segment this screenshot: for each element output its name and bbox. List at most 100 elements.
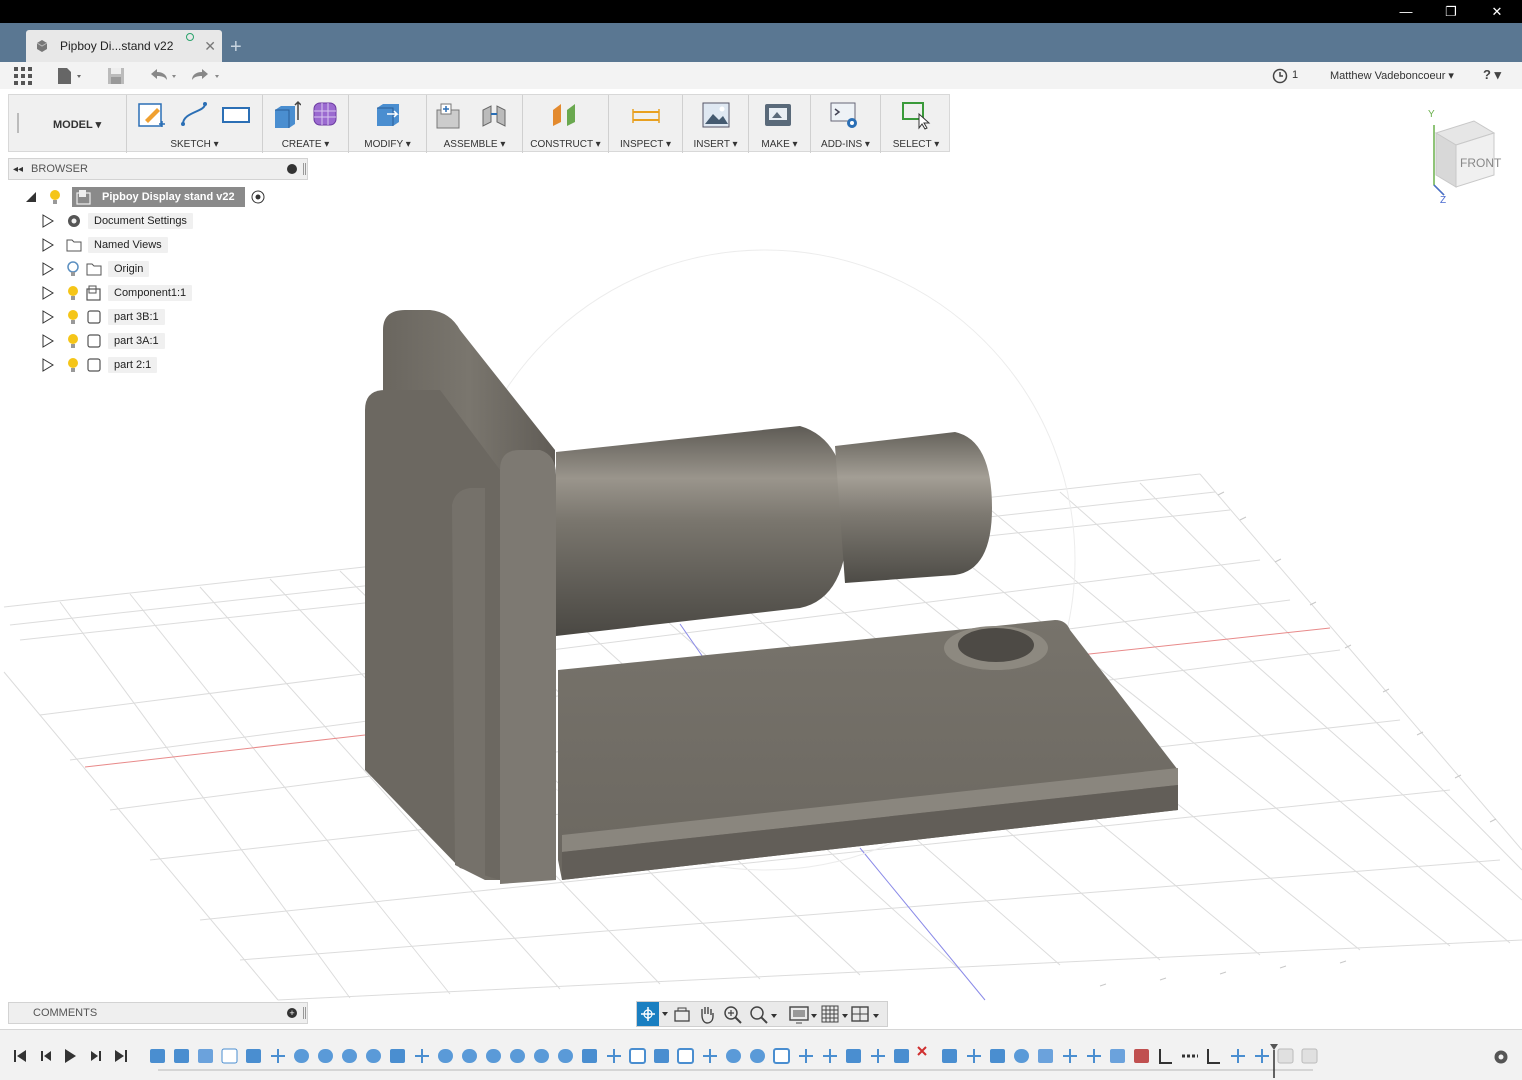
navigation-bar <box>636 1001 888 1027</box>
browser-item-label: part 3B:1 <box>108 309 165 325</box>
timeline-settings-gear-icon[interactable] <box>1492 1048 1510 1066</box>
browser-item-origin[interactable]: Origin <box>42 259 150 279</box>
browser-item-component1[interactable]: Component1:1 <box>42 283 193 303</box>
timeline-feature-track[interactable] <box>148 1044 1318 1078</box>
close-window-button[interactable]: ✕ <box>1474 0 1520 23</box>
create-group: CREATE ▾ <box>263 95 349 153</box>
body-icon <box>87 358 101 372</box>
measure-icon[interactable] <box>631 100 661 130</box>
expand-triangle-icon[interactable] <box>42 334 54 348</box>
browser-item-part-3a[interactable]: part 3A:1 <box>42 331 165 351</box>
scripts-addins-icon[interactable] <box>829 100 859 130</box>
browser-grip-icon[interactable] <box>303 163 306 175</box>
browser-item-part-2[interactable]: part 2:1 <box>42 355 158 375</box>
minimize-button[interactable]: — <box>1383 0 1429 23</box>
undo-icon[interactable] <box>147 68 181 84</box>
browser-item-label: Document Settings <box>88 213 193 229</box>
help-menu[interactable]: ? ▾ <box>1483 67 1501 83</box>
viewcube-front-label: FRONT <box>1460 156 1502 170</box>
insert-menu[interactable]: INSERT ▾ <box>683 139 748 150</box>
grid-settings-icon[interactable] <box>821 1005 851 1025</box>
activate-radio-icon[interactable] <box>251 190 265 204</box>
save-icon[interactable] <box>107 67 125 85</box>
close-tab-icon[interactable]: ✕ <box>204 38 216 55</box>
viewcube[interactable]: FRONT Y Z <box>1426 105 1516 206</box>
timeline-marker-icon[interactable] <box>1270 1044 1278 1050</box>
hidden-bulb-icon[interactable] <box>66 261 80 277</box>
job-status-clock-icon[interactable] <box>1272 68 1288 84</box>
visibility-bulb-icon[interactable] <box>66 309 80 325</box>
zoom-icon[interactable] <box>723 1005 743 1025</box>
file-menu-icon[interactable] <box>57 67 85 85</box>
new-tab-button[interactable]: + <box>230 37 242 57</box>
make-menu[interactable]: MAKE ▾ <box>749 139 810 150</box>
expand-triangle-icon[interactable] <box>42 358 54 372</box>
app-grid-icon[interactable] <box>14 67 32 85</box>
visibility-bulb-icon[interactable] <box>66 333 80 349</box>
comments-grip-icon[interactable] <box>303 1007 306 1019</box>
workspace-switcher[interactable]: MODEL ▾ <box>9 95 127 153</box>
redo-icon[interactable] <box>190 68 224 84</box>
viewports-icon[interactable] <box>851 1005 885 1025</box>
press-pull-icon[interactable] <box>373 100 403 130</box>
joint-icon[interactable] <box>479 100 509 130</box>
browser-item-part-3b[interactable]: part 3B:1 <box>42 307 165 327</box>
inspect-menu[interactable]: INSPECT ▾ <box>609 139 682 150</box>
create-menu[interactable]: CREATE ▾ <box>263 139 348 150</box>
form-icon[interactable] <box>311 100 341 130</box>
expand-triangle-icon[interactable] <box>42 238 54 252</box>
browser-panel-header[interactable]: ◂◂ BROWSER <box>8 158 308 180</box>
browser-item-named-views[interactable]: Named Views <box>42 235 168 255</box>
insert-image-icon[interactable] <box>701 100 731 130</box>
modify-menu[interactable]: MODIFY ▾ <box>349 139 426 150</box>
assemble-menu[interactable]: ASSEMBLE ▾ <box>427 139 522 150</box>
visibility-bulb-icon[interactable] <box>66 357 80 373</box>
comments-panel-header[interactable]: COMMENTS + <box>8 1002 308 1024</box>
3d-viewport[interactable] <box>0 89 1522 1029</box>
create-sketch-icon[interactable] <box>137 100 167 130</box>
construct-menu[interactable]: CONSTRUCT ▾ <box>523 139 608 150</box>
workspace-label: MODEL ▾ <box>53 119 102 131</box>
offset-plane-icon[interactable] <box>549 100 579 130</box>
expand-triangle-icon[interactable] <box>42 310 54 324</box>
add-ins-menu[interactable]: ADD-INS ▾ <box>811 139 880 150</box>
3d-print-icon[interactable] <box>763 100 793 130</box>
play-icon[interactable] <box>62 1048 78 1064</box>
go-to-end-icon[interactable] <box>113 1048 129 1064</box>
select-icon[interactable] <box>901 100 931 130</box>
extrude-icon[interactable] <box>271 100 301 130</box>
add-comment-icon[interactable]: + <box>287 1008 297 1018</box>
browser-minimize-icon[interactable] <box>287 164 297 174</box>
browser-item-document-settings[interactable]: Document Settings <box>42 211 193 231</box>
line-icon[interactable] <box>179 100 209 130</box>
insert-group: INSERT ▾ <box>683 95 749 153</box>
display-settings-icon[interactable] <box>789 1005 819 1025</box>
expand-triangle-icon[interactable] <box>42 214 54 228</box>
sketch-group: SKETCH ▾ <box>127 95 263 153</box>
z-axis-icon <box>1433 184 1445 196</box>
make-group: MAKE ▾ <box>749 95 811 153</box>
expand-triangle-icon[interactable] <box>42 286 54 300</box>
new-component-icon[interactable] <box>433 100 463 130</box>
expand-triangle-icon[interactable] <box>42 262 54 276</box>
fit-zoom-icon[interactable] <box>749 1005 779 1025</box>
sketch-menu[interactable]: SKETCH ▾ <box>127 139 262 150</box>
document-tab[interactable]: Pipboy Di...stand v22 ✕ <box>26 30 222 62</box>
visibility-bulb-icon[interactable] <box>66 285 80 301</box>
look-at-icon[interactable] <box>673 1006 691 1024</box>
step-forward-icon[interactable] <box>88 1048 104 1064</box>
select-menu[interactable]: SELECT ▾ <box>881 139 951 150</box>
inspect-group: INSPECT ▾ <box>609 95 683 153</box>
collapse-browser-icon[interactable]: ◂◂ <box>13 164 23 175</box>
go-to-start-icon[interactable] <box>12 1048 28 1064</box>
body-icon <box>87 334 101 348</box>
rectangle-icon[interactable] <box>221 100 251 130</box>
step-back-icon[interactable] <box>38 1048 54 1064</box>
orbit-icon[interactable] <box>637 1002 671 1026</box>
collapse-triangle-icon[interactable] <box>24 190 38 204</box>
visibility-bulb-icon[interactable] <box>48 189 62 205</box>
browser-root-node[interactable]: Pipboy Display stand v22 <box>24 187 265 207</box>
user-account-menu[interactable]: Matthew Vadeboncoeur ▾ <box>1330 69 1454 82</box>
restore-button[interactable]: ❐ <box>1428 0 1474 23</box>
pan-hand-icon[interactable] <box>698 1005 716 1025</box>
